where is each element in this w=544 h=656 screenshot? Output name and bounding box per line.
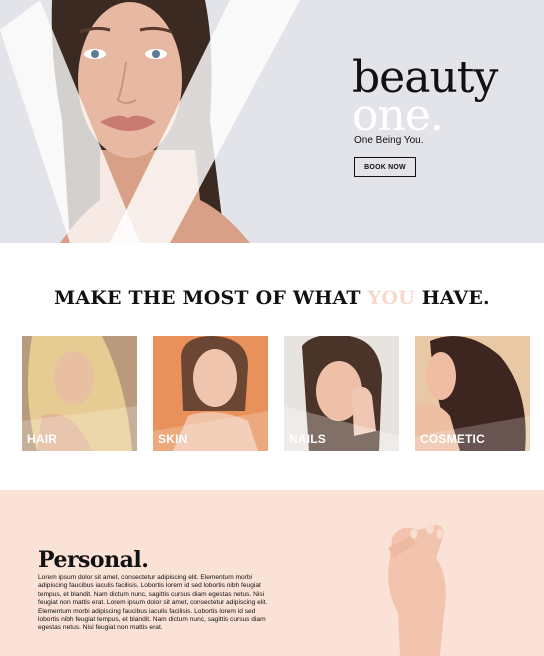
service-card-hair[interactable]: HAIR (22, 336, 137, 451)
hero-model-photo (0, 0, 320, 243)
personal-body-text: Lorem ipsum dolor sit amet, consectetur … (38, 574, 268, 632)
brand-name-line2: one. (352, 90, 444, 141)
hands-photo (388, 522, 446, 656)
service-card-skin[interactable]: SKIN (153, 336, 268, 451)
personal-title: Personal. (38, 547, 149, 573)
personal-section: Personal. Lorem ipsum dolor sit amet, co… (0, 490, 544, 656)
service-card-label: COSMETIC (420, 432, 485, 446)
services-heading-accent: YOU (367, 287, 415, 309)
services-heading-end: HAVE. (414, 287, 490, 309)
book-now-button[interactable]: BOOK NOW (354, 157, 416, 177)
service-cards: HAIR SKIN NAILS COSMETIC (22, 336, 530, 451)
service-card-cosmetic[interactable]: COSMETIC (415, 336, 530, 451)
service-card-label: NAILS (289, 432, 326, 446)
service-card-label: SKIN (158, 432, 188, 446)
brand-logo: beauty one. (352, 56, 498, 141)
hero-tagline: One Being You. (354, 135, 424, 146)
service-card-nails[interactable]: NAILS (284, 336, 399, 451)
services-heading-start: MAKE THE MOST OF WHAT (54, 287, 368, 309)
service-card-label: HAIR (27, 432, 58, 446)
services-heading: MAKE THE MOST OF WHAT YOU HAVE. (0, 287, 544, 309)
hero-section: beauty one. One Being You. BOOK NOW (0, 0, 544, 243)
